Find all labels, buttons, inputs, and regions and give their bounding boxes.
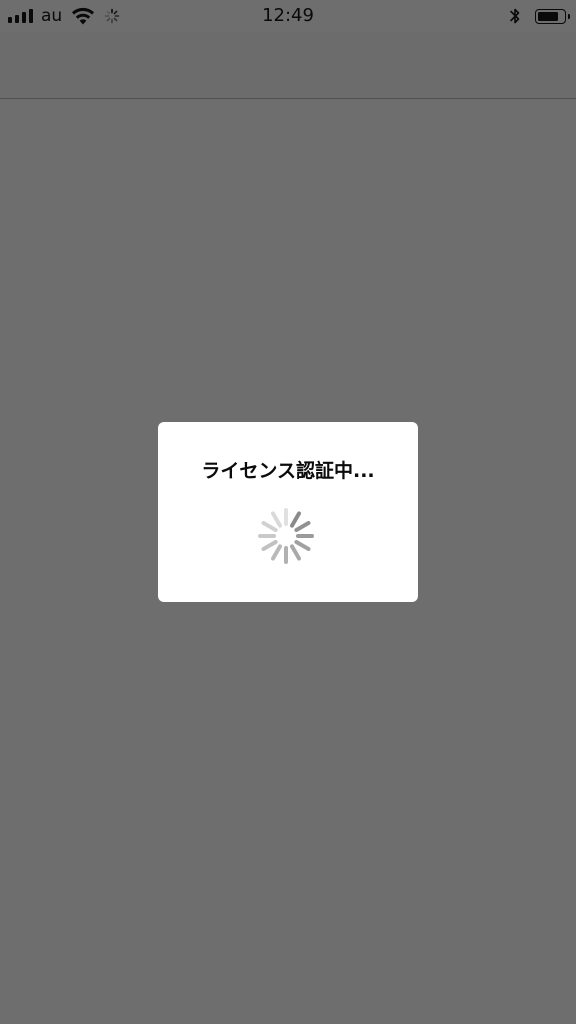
bluetooth-icon	[510, 8, 520, 24]
battery-level	[538, 11, 558, 21]
spinner-spoke	[261, 521, 278, 532]
status-time: 12:49	[262, 5, 314, 26]
spinner-spoke	[261, 540, 278, 551]
battery-icon	[535, 8, 570, 24]
loading-dialog: ライセンス認証中...	[158, 422, 418, 602]
navigation-bar	[0, 32, 576, 99]
app-screen: au 12:49 ライセンス認証中...	[0, 0, 576, 1024]
status-bar: au 12:49	[0, 0, 576, 32]
spinner-spoke	[290, 511, 301, 528]
dialog-title: ライセンス認証中...	[201, 460, 375, 482]
spinner-spoke	[271, 544, 282, 561]
spinner-spoke	[294, 521, 311, 532]
spinner-spoke	[294, 540, 311, 551]
spinner-spoke	[271, 511, 282, 528]
loading-spinner-icon	[258, 508, 314, 564]
status-bar-right	[509, 4, 570, 28]
spinner-spoke	[290, 544, 301, 561]
